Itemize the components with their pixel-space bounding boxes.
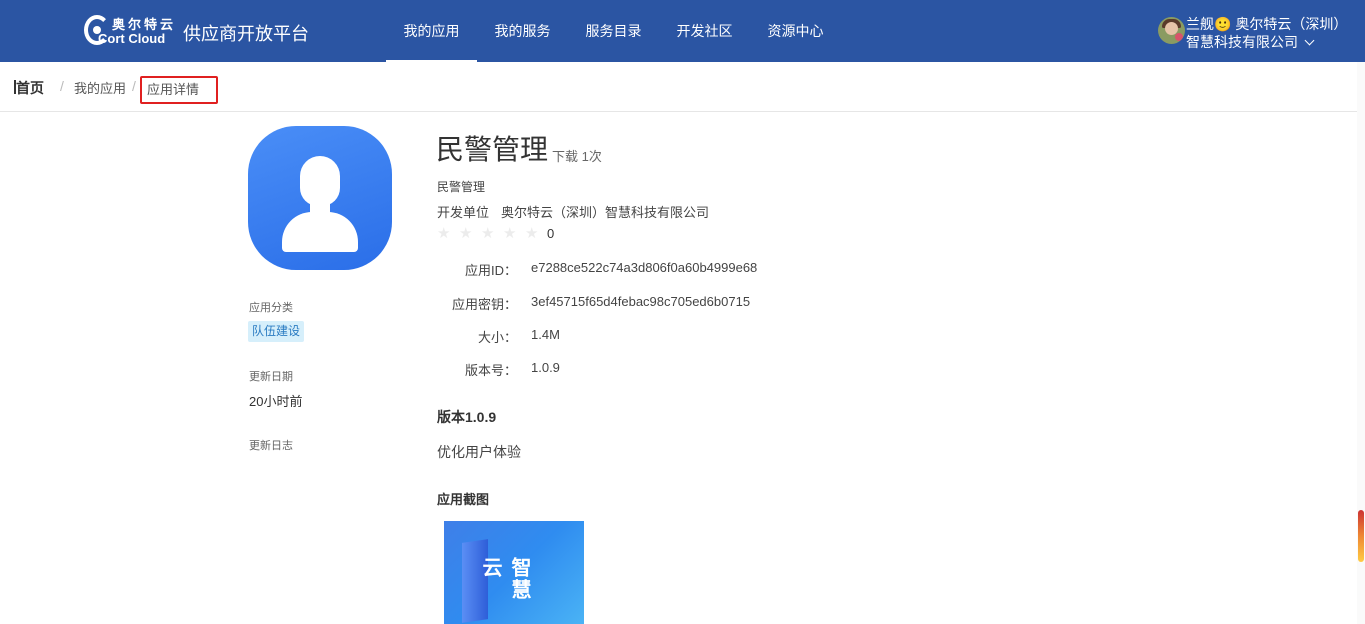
nav-resource-center[interactable]: 资源中心 xyxy=(750,0,841,62)
rating-stars[interactable]: ★ ★ ★ ★ ★ 0 xyxy=(437,226,554,241)
app-secret-label: 应用密钥： xyxy=(451,297,517,312)
app-version-label: 版本号： xyxy=(464,363,517,378)
chevron-down-icon[interactable] xyxy=(1304,35,1315,46)
logo-en-text: Cort Cloud xyxy=(98,31,166,46)
developer-row: 开发单位 奥尔特云（深圳）智慧科技有限公司 xyxy=(437,202,709,221)
app-id-label: 应用ID： xyxy=(464,263,517,278)
nav-service-catalog[interactable]: 服务目录 xyxy=(568,0,659,62)
breadcrumb-my-apps[interactable]: 我的应用 xyxy=(74,78,126,97)
updated-label: 更新日期 xyxy=(249,371,293,383)
star-icon[interactable]: ★ xyxy=(503,226,518,241)
breadcrumb-separator: / xyxy=(132,78,136,94)
nav-my-apps[interactable]: 我的应用 xyxy=(386,0,477,62)
star-icon[interactable]: ★ xyxy=(525,226,540,241)
cort-cloud-logo[interactable]: 奥尔特云 Cort Cloud xyxy=(84,14,176,48)
category-tag[interactable]: 队伍建设 xyxy=(248,321,305,342)
avatar-flower xyxy=(1175,33,1183,41)
version-title: 版本1.0.9 xyxy=(437,409,497,425)
platform-title: 供应商开放平台 xyxy=(183,24,309,44)
star-icon[interactable]: ★ xyxy=(459,226,474,241)
main-nav: 我的应用 我的服务 服务目录 开发社区 资源中心 xyxy=(386,0,841,62)
top-navigation-bar: 奥尔特云 Cort Cloud 供应商开放平台 我的应用 我的服务 服务目录 开… xyxy=(0,0,1365,62)
app-size-label: 大小： xyxy=(477,330,517,345)
user-name: 兰舰🙂 奥尔特云（深圳） xyxy=(1186,16,1348,32)
updated-value: 20小时前 xyxy=(249,394,303,409)
nav-my-services[interactable]: 我的服务 xyxy=(477,0,568,62)
changelog-label: 更新日志 xyxy=(249,440,293,452)
rating-value: 0 xyxy=(547,226,555,241)
download-count: 下载 1次 xyxy=(552,149,602,164)
category-label: 应用分类 xyxy=(249,302,293,314)
breadcrumb-separator: / xyxy=(60,78,64,94)
nav-dev-community[interactable]: 开发社区 xyxy=(659,0,750,62)
star-icon[interactable]: ★ xyxy=(481,226,496,241)
app-secret-value: 3ef45715f65d4febac98c705ed6b0715 xyxy=(531,294,751,309)
user-menu[interactable]: 兰舰🙂 奥尔特云（深圳） 智慧科技有限公司 xyxy=(1158,14,1358,50)
person-shoulders-icon xyxy=(282,212,358,252)
user-company: 智慧科技有限公司 xyxy=(1186,32,1315,52)
developer-value: 奥尔特云（深圳）智慧科技有限公司 xyxy=(501,205,710,220)
app-title: 民警管理 xyxy=(436,134,549,165)
screenshot-caption: 智慧云 xyxy=(479,557,530,601)
app-screenshot[interactable]: 智慧云 xyxy=(444,521,584,624)
screenshots-title: 应用截图 xyxy=(437,492,490,507)
avatar[interactable] xyxy=(1158,17,1185,44)
developer-label: 开发单位 xyxy=(437,205,490,220)
user-company-text: 智慧科技有限公司 xyxy=(1186,34,1298,50)
app-size-value: 1.4M xyxy=(531,327,560,342)
app-icon xyxy=(248,126,392,270)
app-subtitle: 民警管理 xyxy=(437,180,486,194)
app-version-value: 1.0.9 xyxy=(531,360,560,375)
app-id-value: e7288ce522c74a3d806f0a60b4999e68 xyxy=(531,260,758,275)
star-icon[interactable]: ★ xyxy=(437,226,452,241)
person-head-icon xyxy=(300,156,340,206)
highlight-annotation-box xyxy=(140,76,218,104)
version-description: 优化用户体验 xyxy=(437,444,521,460)
screenshot-cube-graphic xyxy=(462,539,488,623)
scrollbar-thumb[interactable] xyxy=(1358,510,1364,562)
breadcrumb-home[interactable]: 首页 xyxy=(14,78,44,98)
